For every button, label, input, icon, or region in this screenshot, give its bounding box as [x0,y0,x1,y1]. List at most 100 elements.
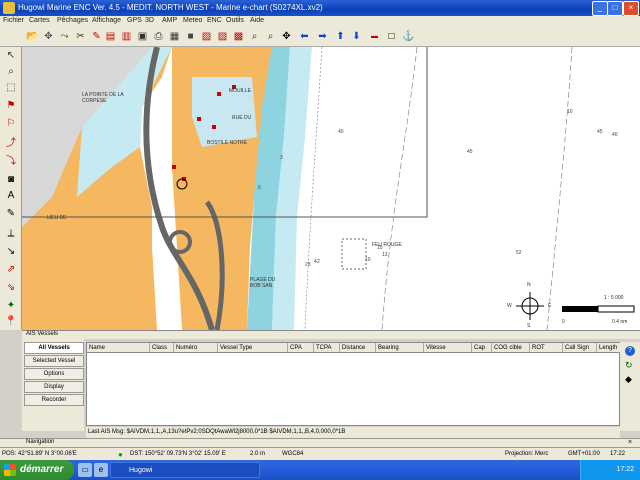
menu-enc[interactable]: ENC [207,17,222,24]
grey-block-icon[interactable]: ■ [184,30,197,43]
scale-bar-black [562,306,598,312]
arrow-up-icon[interactable]: ⬆ [334,30,347,43]
column-header-vessel-type[interactable]: Vessel Type [218,343,288,353]
chart-copy-icon[interactable]: ▩ [232,30,245,43]
chart-export-icon[interactable]: ▥ [120,30,133,43]
help-icon[interactable]: ? [625,346,635,356]
compass-rose [516,292,544,320]
options-button[interactable]: Options [24,368,84,380]
route-tool-icon[interactable]: ⤴ [3,137,19,151]
column-header-tcpa[interactable]: TCPA [314,343,340,353]
track-icon[interactable]: ⤵ [3,155,19,169]
mark-edit-icon[interactable]: ⇘ [3,281,19,295]
menu-3d[interactable]: 3D [145,17,154,24]
navigation-label: Navigation [26,439,55,445]
text-tool-icon[interactable]: A [3,189,19,203]
column-header-numero[interactable]: Numéro [174,343,218,353]
column-header-name[interactable]: Name [87,343,150,353]
scale-start: 0 [562,319,565,325]
left-tool-panel: ↖ ⌕ ⬚ ⚑ ⚐ ⤴ ⤵ ◙ A ✎ ⟂ ↘ ⇗ ⇘ ✦ 📍 [0,47,22,330]
column-header-vitesse[interactable]: Vitesse [424,343,472,353]
frame-icon[interactable]: □ [385,30,398,43]
navigation-bar: Navigation × [0,438,640,447]
distance-icon[interactable]: ↘ [3,245,19,259]
browser-icon[interactable]: e [94,463,108,477]
ais-icon[interactable]: ◆ [625,374,635,384]
waypoint-mark-icon[interactable]: ⚐ [3,117,19,131]
camera-icon[interactable]: ◙ [3,173,19,187]
menu-aide[interactable]: Aide [250,17,264,24]
ruler-icon[interactable]: ⟂ [3,227,19,241]
depth-label: 10 [567,109,573,115]
column-header-cpa[interactable]: CPA [288,343,314,353]
recorder-button[interactable]: Recorder [24,394,84,406]
taskbar-app-item[interactable]: Hugowi [110,462,260,478]
window-icon[interactable]: ▣ [136,30,149,43]
column-header-cap[interactable]: Cap [472,343,492,353]
depth-label: 45 [467,149,473,155]
magnifier-icon[interactable]: ⌕ [3,65,19,79]
refresh-icon[interactable]: ↻ [625,360,635,370]
menu-meteo[interactable]: Meteo [183,17,202,24]
menu-cartes[interactable]: Cartes [29,17,50,24]
mark-icon[interactable]: ✎ [90,30,103,43]
zoom-icon[interactable]: ⌕ [248,30,261,43]
pin-icon[interactable]: 📍 [3,315,19,329]
ais-side-icons: ? ↻ ◆ [620,342,640,431]
ais-vessel-table[interactable]: Name Class Numéro Vessel Type CPA TCPA D… [86,342,621,426]
column-header-bearing[interactable]: Bearing [376,343,424,353]
move-icon[interactable]: ✥ [42,30,55,43]
depth-label: 2 [317,259,320,265]
minimize-button[interactable]: _ [592,1,608,16]
chart-red-icon[interactable]: ▤ [104,30,117,43]
maximize-button[interactable]: □ [607,1,623,16]
ais-panel-header: AIS Vessels [22,330,640,339]
label-pointe: LA POINTE DE LA CORPESE [82,92,124,104]
arrow-down-icon[interactable]: ⬇ [350,30,363,43]
pointer-icon[interactable]: ↖ [3,49,19,63]
print-icon[interactable]: ⎙ [152,30,165,43]
chart-frame-icon[interactable]: ▨ [216,30,229,43]
chart-map[interactable]: LA POINTE DE LA CORPESE MOUILLE RUE DU B… [22,47,640,330]
column-header-call-sign[interactable]: Call Sign [563,343,597,353]
layer-icon[interactable]: ✦ [3,299,19,313]
gps-icon[interactable]: ▬ [368,30,381,43]
display-button[interactable]: Display [24,381,84,393]
pen-icon[interactable]: ✎ [3,207,19,221]
menu-outils[interactable]: Outils [226,17,244,24]
menu-amp[interactable]: AMP [162,17,177,24]
column-header-length[interactable]: Length [597,343,621,353]
scale-bar-white [597,305,635,313]
selected-vessel-button[interactable]: Selected Vessel [24,355,84,367]
folder-open-icon[interactable]: 📂 [26,30,39,43]
compass-w: W [507,303,512,309]
all-vessels-button[interactable]: All Vessels [24,342,84,354]
route-icon[interactable]: ⤳ [58,30,71,43]
menu-affichage[interactable]: Affichage [92,17,121,24]
window-title-bar[interactable]: Hugowi Marine ENC Ver. 4.5 - MEDIT. NORT… [0,0,640,16]
anchor-icon[interactable]: ⚓ [402,30,415,43]
waypoint-icon[interactable]: ⚑ [3,99,19,113]
menu-pechages[interactable]: Pêchages [57,17,88,24]
menu-fichier[interactable]: Fichier [3,17,24,24]
layout-icon[interactable]: ▦ [168,30,181,43]
depth-label: 40 [612,132,618,138]
menu-gps[interactable]: GPS [127,17,142,24]
chart-layer-icon[interactable]: ▧ [200,30,213,43]
select-box-icon[interactable]: ⬚ [3,81,19,95]
column-header-class[interactable]: Class [150,343,174,353]
close-button[interactable]: × [623,1,639,16]
close-panel-icon[interactable]: × [628,439,636,447]
pan-icon[interactable]: ✥ [280,30,293,43]
tools-icon[interactable]: ✂ [74,30,87,43]
column-header-distance[interactable]: Distance [340,343,376,353]
zoom-out-icon[interactable]: ⌕ [264,30,277,43]
column-header-cog[interactable]: COG cible [492,343,530,353]
column-header-rot[interactable]: ROT [530,343,563,353]
arrow-left-icon[interactable]: ⬅ [298,30,311,43]
desktop-icon[interactable]: ▭ [78,463,92,477]
route-edit-icon[interactable]: ⇗ [3,263,19,277]
arrow-right-icon[interactable]: ➡ [316,30,329,43]
start-button[interactable]: démarrer [0,460,74,480]
compass-s: S [527,323,531,329]
